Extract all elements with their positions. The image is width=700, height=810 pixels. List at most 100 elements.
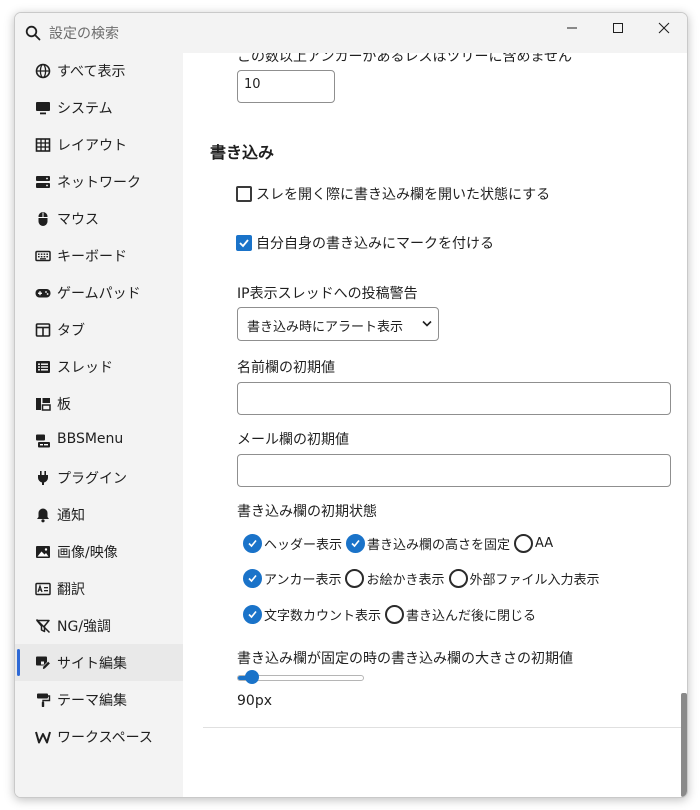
check-icon	[248, 610, 257, 618]
minimize-button[interactable]	[549, 13, 595, 43]
gamepad-icon	[35, 285, 51, 301]
initial-state-row-1: ヘッダー表示 書き込み欄の高さを固定 AA	[243, 532, 557, 554]
option-label: 文字数カウント表示	[264, 608, 382, 624]
radio-unchecked[interactable]	[385, 604, 405, 624]
checkbox-checked[interactable]	[236, 235, 252, 251]
maximize-button[interactable]	[595, 13, 641, 43]
sidebar-item-board[interactable]: 板	[15, 385, 183, 422]
tab-icon	[35, 322, 51, 338]
sidebar-item-network[interactable]: ネットワーク	[15, 163, 183, 200]
sidebar-item-site-edit[interactable]: サイト編集	[15, 644, 183, 681]
sidebar-item-label: ゲームパッド	[57, 286, 141, 302]
sidebar-item-bbsmenu[interactable]: BBSMenu	[15, 422, 183, 459]
sidebar-item-label: マウス	[57, 212, 99, 228]
sidebar-item-plugin[interactable]: プラグイン	[15, 459, 183, 496]
anchor-limit-input[interactable]: 10	[237, 70, 335, 103]
divider	[203, 727, 687, 728]
sidebar-item-label: システム	[57, 101, 113, 117]
check-icon	[248, 539, 257, 547]
plug-icon	[35, 470, 51, 486]
ip-warning-value: 書き込み時にアラート表示	[247, 320, 404, 335]
sidebar-item-ng[interactable]: NG/強調	[15, 607, 183, 644]
fixed-size-label: 書き込み欄が固定の時の書き込み欄の大きさの初期値	[237, 651, 573, 667]
sidebar-item-image[interactable]: 画像/映像	[15, 533, 183, 570]
sidebar-item-label: ワークスペース	[57, 730, 153, 746]
radio-checked[interactable]	[243, 604, 262, 624]
sidebar-item-label: スレッド	[57, 360, 113, 376]
sidebar-item-label: テーマ編集	[57, 693, 127, 709]
sidebar-item-all[interactable]: すべて表示	[15, 52, 183, 89]
sidebar-item-label: サイト編集	[57, 656, 127, 672]
radio-checked[interactable]	[243, 533, 262, 553]
option-aa[interactable]: AA	[514, 533, 554, 553]
name-default-input[interactable]	[237, 382, 671, 415]
settings-content: この数以上アンカーがあるレスはツリーに含めません 10 書き込み スレを開く際に…	[183, 53, 687, 797]
initial-state-row-3: 文字数カウント表示 書き込んだ後に閉じる	[243, 603, 540, 625]
sidebar-item-label: レイアウト	[57, 138, 127, 154]
option-label: AA	[535, 535, 554, 551]
open-on-thread-checkbox[interactable]: スレを開く際に書き込み欄を開いた状態にする	[236, 184, 550, 204]
option-label: お絵かき表示	[366, 572, 445, 588]
sidebar-item-theme-edit[interactable]: テーマ編集	[15, 681, 183, 718]
sidebar-item-label: 画像/映像	[57, 545, 118, 561]
close-button[interactable]	[641, 13, 687, 43]
bell-icon	[35, 507, 51, 523]
sidebar-item-keyboard[interactable]: キーボード	[15, 237, 183, 274]
sidebar-item-label: 通知	[57, 508, 85, 524]
mail-default-input[interactable]	[237, 454, 671, 487]
scrollbar[interactable]	[681, 693, 687, 797]
filter-off-icon	[35, 618, 51, 634]
ip-warning-select[interactable]: 書き込み時にアラート表示	[237, 307, 439, 341]
sidebar-item-gamepad[interactable]: ゲームパッド	[15, 274, 183, 311]
option-label: アンカー表示	[264, 572, 342, 588]
grid-icon	[35, 137, 51, 153]
sidebar-item-notification[interactable]: 通知	[15, 496, 183, 533]
option-close-after[interactable]: 書き込んだ後に閉じる	[385, 604, 536, 624]
sidebar-item-mouse[interactable]: マウス	[15, 200, 183, 237]
option-label: 外部ファイル入力表示	[469, 572, 600, 588]
initial-state-row-2: アンカー表示 お絵かき表示 外部ファイル入力表示	[243, 567, 604, 589]
initial-state-label: 書き込み欄の初期状態	[237, 504, 377, 520]
image-icon	[35, 544, 51, 560]
option-drawing[interactable]: お絵かき表示	[345, 568, 445, 588]
sidebar-item-tab[interactable]: タブ	[15, 311, 183, 348]
mark-own-posts-label: 自分自身の書き込みにマークを付ける	[256, 236, 494, 252]
fixed-size-slider-thumb[interactable]	[245, 670, 260, 684]
radio-unchecked[interactable]	[345, 568, 365, 588]
radio-unchecked[interactable]	[448, 568, 468, 588]
mail-default-label: メール欄の初期値	[237, 432, 349, 448]
search-input[interactable]: 設定の検索	[49, 23, 119, 43]
radio-checked[interactable]	[243, 568, 262, 588]
paint-roller-icon	[35, 692, 51, 708]
option-label: ヘッダー表示	[264, 537, 343, 553]
option-label: 書き込み欄の高さを固定	[367, 537, 511, 553]
sidebar-item-workspace[interactable]: ワークスペース	[15, 718, 183, 755]
checkbox-unchecked[interactable]	[236, 186, 252, 202]
radio-unchecked[interactable]	[514, 533, 534, 553]
sidebar-item-thread[interactable]: スレッド	[15, 348, 183, 385]
open-on-thread-label: スレを開く際に書き込み欄を開いた状態にする	[256, 187, 551, 203]
sidebar-item-label: タブ	[57, 323, 85, 339]
option-char-count[interactable]: 文字数カウント表示	[243, 604, 382, 624]
ip-warning-label: IP表示スレッドへの投稿警告	[237, 286, 418, 302]
close-icon	[658, 22, 670, 34]
option-anchor[interactable]: アンカー表示	[243, 568, 342, 588]
sidebar-item-layout[interactable]: レイアウト	[15, 126, 183, 163]
check-icon	[351, 539, 360, 547]
translate-icon	[35, 581, 51, 597]
option-fixed-height[interactable]: 書き込み欄の高さを固定	[346, 533, 511, 553]
sidebar-item-label: プラグイン	[57, 471, 127, 487]
radio-checked[interactable]	[346, 533, 366, 553]
check-icon	[239, 239, 249, 248]
sidebar-item-translate[interactable]: 翻訳	[15, 570, 183, 607]
site-edit-icon	[35, 655, 51, 671]
check-icon	[248, 574, 257, 582]
mark-own-posts-checkbox[interactable]: 自分自身の書き込みにマークを付ける	[236, 233, 494, 253]
option-external-file[interactable]: 外部ファイル入力表示	[448, 568, 600, 588]
sidebar-item-label: 板	[57, 397, 71, 413]
sidebar-item-label: すべて表示	[57, 64, 126, 80]
section-title-write: 書き込み	[210, 143, 275, 162]
option-header[interactable]: ヘッダー表示	[243, 533, 343, 553]
sidebar-item-system[interactable]: システム	[15, 89, 183, 126]
maximize-icon	[613, 23, 623, 33]
